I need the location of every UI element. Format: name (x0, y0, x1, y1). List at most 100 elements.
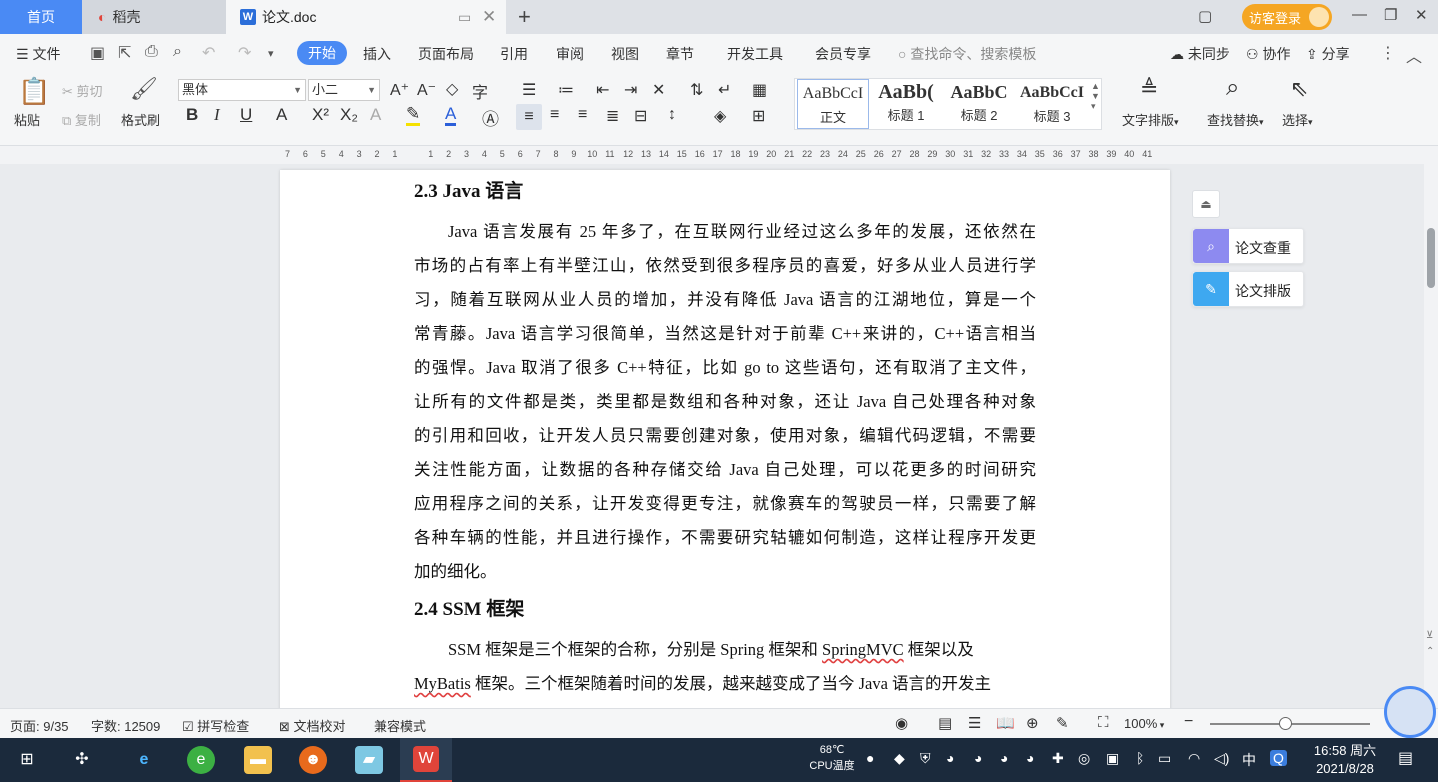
prev-page-icon[interactable]: ⌃ (1426, 646, 1434, 657)
text-layout-button[interactable]: 文字排版▾ (1122, 110, 1179, 129)
save-icon[interactable]: ▣ (90, 43, 105, 63)
paper-check-button[interactable]: ⌕ 论文查重 (1192, 228, 1304, 264)
doc-proof[interactable]: ⊠ 文档校对 (279, 716, 346, 735)
tab-start[interactable]: 开始 (297, 41, 347, 65)
find-icon[interactable]: ⌕ (1226, 74, 1239, 102)
print-preview-icon[interactable]: ⌕ (173, 43, 182, 61)
justify-icon[interactable]: ≣ (606, 106, 619, 126)
sync-status[interactable]: ☁ 未同步 (1170, 44, 1230, 64)
more-icon[interactable]: ⋮ (1380, 43, 1396, 63)
brush-icon[interactable]: 🖌 (130, 76, 158, 102)
output-pdf-icon[interactable]: ⇱ (118, 43, 131, 63)
assistant-robot-icon[interactable] (1384, 686, 1436, 738)
close-tab-icon[interactable]: ✕ (482, 7, 496, 27)
line-spacing-icon[interactable]: ↕ (668, 106, 676, 124)
select-button[interactable]: 选择▾ (1282, 110, 1313, 129)
collapse-ribbon-icon[interactable]: ︿ (1406, 43, 1422, 67)
ie-browser-icon[interactable]: e (130, 746, 158, 774)
notification-icon[interactable]: ▤ (1398, 748, 1413, 768)
share-button[interactable]: ⇪ 分享 (1306, 44, 1350, 64)
char-border-icon[interactable]: Ⓐ (482, 105, 499, 130)
style-heading-1[interactable]: AaBb( 标题 1 (870, 79, 942, 129)
tray-app-icon[interactable]: ◕ (1026, 750, 1034, 766)
chinese-layout-icon[interactable]: ✕ (652, 80, 665, 100)
browser-360-icon[interactable]: e (187, 746, 215, 774)
bold-icon[interactable]: B (186, 105, 198, 125)
tab-document[interactable]: W 论文.doc ▭ ✕ (226, 0, 506, 34)
tab-daoke[interactable]: ◐ 稻壳 (82, 0, 226, 34)
print-icon[interactable]: ⎙ (145, 43, 158, 61)
word-count[interactable]: 字数: 12509 (91, 716, 160, 735)
tab-review[interactable]: 审阅 (556, 44, 584, 64)
find-replace-button[interactable]: 查找替换▾ (1207, 110, 1264, 129)
document-page[interactable]: 2.3 Java 语言 Java 语言发展有 25 年多了，在互联网行业经过这么… (280, 170, 1170, 708)
zoom-slider-handle[interactable] (1279, 717, 1292, 730)
style-heading-3[interactable]: AaBbCcI 标题 3 (1016, 79, 1088, 129)
system-clock[interactable]: 16:58 周六 2021/8/28 (1306, 742, 1384, 778)
spell-check[interactable]: ☑ 拼写检查 (182, 716, 249, 735)
guest-login-button[interactable]: 访客登录 (1242, 4, 1332, 30)
vertical-scrollbar[interactable]: ⊻ ⌃ (1424, 146, 1438, 708)
styles-scroll-icon[interactable]: ▲ ▼ ▾ (1091, 81, 1100, 112)
minimize-button[interactable]: — (1352, 6, 1367, 23)
font-color-icon[interactable]: A (445, 105, 457, 126)
volume-icon[interactable]: ◁) (1214, 750, 1229, 767)
font-size-select[interactable]: 小二 ▼ (308, 79, 380, 101)
redo-icon[interactable]: ↷ (238, 43, 251, 63)
tray-app-icon[interactable]: ◕ (946, 750, 954, 766)
align-right-icon[interactable]: ≡ (578, 106, 587, 124)
sort-icon[interactable]: ⇅ (690, 80, 703, 100)
wps-taskbar-icon[interactable]: W (400, 738, 452, 782)
increase-indent-icon[interactable]: ⇥ (624, 80, 637, 100)
collapse-panel-icon[interactable]: ⏏ (1192, 190, 1220, 218)
reading-view-icon[interactable]: 📖 (996, 714, 1015, 732)
fit-page-icon[interactable]: ⛶ (1098, 714, 1109, 731)
copy-button[interactable]: ⧉ 复制 (62, 110, 101, 129)
tray-app-icon[interactable]: ◆ (894, 750, 905, 767)
file-menu[interactable]: ☰ 文件 (16, 44, 60, 64)
undo-icon[interactable]: ↶ (202, 43, 215, 63)
tray-app-icon[interactable]: ◕ (974, 750, 982, 766)
style-normal[interactable]: AaBbCcI 正文 (797, 79, 869, 129)
write-mode-icon[interactable]: ✎ (1056, 714, 1069, 732)
customize-chevron-icon[interactable]: ▾ (268, 47, 274, 60)
bluetooth-icon[interactable]: ᛒ (1136, 750, 1144, 766)
notes-app-icon[interactable]: ▰ (355, 746, 383, 774)
subscript-icon[interactable]: X₂ (340, 105, 358, 125)
tab-home[interactable]: 首页 (0, 0, 82, 34)
wifi-icon[interactable]: ◠ (1188, 750, 1200, 767)
zoom-out-icon[interactable]: − (1184, 713, 1193, 731)
tab-chapter[interactable]: 章节 (666, 44, 694, 64)
tray-app-icon[interactable]: ◎ (1078, 750, 1090, 767)
decrease-indent-icon[interactable]: ⇤ (596, 80, 609, 100)
paste-icon[interactable]: 📋 (18, 76, 50, 107)
paste-button[interactable]: 粘贴 (14, 110, 40, 129)
cut-button[interactable]: ✂ 剪切 (62, 81, 103, 100)
border-icon[interactable]: ⊞ (752, 106, 765, 126)
game-app-icon[interactable]: ☻ (299, 746, 327, 774)
highlight-icon[interactable]: ✎ (406, 105, 421, 126)
tab-insert[interactable]: 插入 (363, 44, 391, 64)
text-layout-icon[interactable]: ≜ (1140, 76, 1158, 102)
zoom-level[interactable]: 100% ▾ (1124, 716, 1164, 731)
tray-app-icon[interactable]: ✚ (1052, 750, 1064, 767)
align-center-icon[interactable]: ≡ (550, 106, 559, 124)
paper-format-button[interactable]: ✎ 论文排版 (1192, 271, 1304, 307)
superscript-icon[interactable]: X² (312, 105, 329, 125)
strikethrough-icon[interactable]: A (276, 105, 287, 125)
pinwheel-app-icon[interactable]: ✣ (68, 746, 96, 774)
cpu-temp-widget[interactable]: 68℃ CPU温度 (804, 742, 860, 774)
format-painter-button[interactable]: 格式刷 (121, 110, 160, 129)
tab-developer[interactable]: 开发工具 (727, 44, 783, 64)
grow-font-icon[interactable]: A⁺ (390, 80, 409, 100)
tab-references[interactable]: 引用 (500, 44, 528, 64)
battery-icon[interactable]: ▭ (1158, 750, 1171, 767)
shading-icon[interactable]: ◈ (714, 106, 726, 126)
shrink-font-icon[interactable]: A⁻ (417, 80, 436, 100)
numbered-list-icon[interactable]: ≔ (558, 80, 574, 100)
bullet-list-icon[interactable]: ☰ (522, 80, 536, 100)
tray-app-icon[interactable]: ◕ (1000, 750, 1008, 766)
underline-icon[interactable]: U (240, 105, 252, 125)
web-view-icon[interactable]: ⊕ (1026, 714, 1039, 732)
tray-app-icon[interactable]: ● (866, 750, 874, 766)
